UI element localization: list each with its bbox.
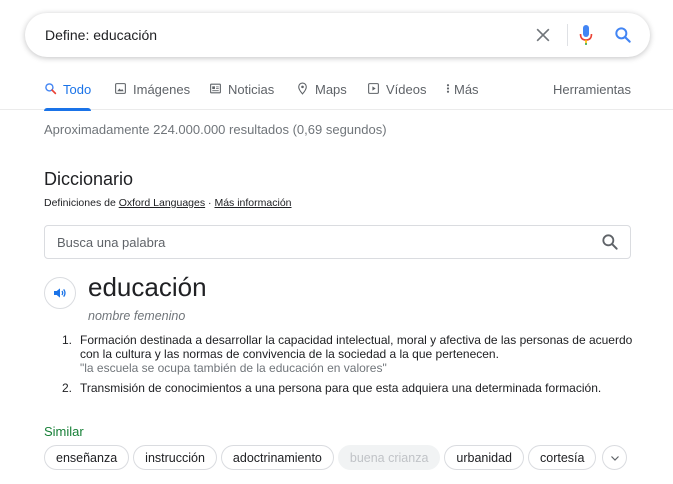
microphone-icon[interactable] — [578, 24, 594, 46]
tab-label: Imágenes — [133, 82, 191, 97]
similar-chip[interactable]: cortesía — [528, 445, 597, 470]
definition-text: Formación destinada a desarrollar la cap… — [80, 333, 633, 361]
definition-item: 2. Transmisión de conocimientos a una pe… — [62, 381, 642, 395]
chevron-down-icon — [611, 455, 619, 461]
search-icon — [45, 83, 57, 95]
tab-todo[interactable]: Todo — [44, 70, 92, 111]
similar-chip[interactable]: instrucción — [133, 445, 217, 470]
tab-mas[interactable]: Más — [444, 70, 479, 110]
tab-label: Noticias — [228, 82, 275, 97]
search-box[interactable]: Define: educación — [25, 13, 650, 57]
definition-text: Transmisión de conocimientos a una perso… — [80, 381, 602, 395]
similar-chip[interactable]: enseñanza — [44, 445, 130, 470]
map-pin-icon — [298, 82, 307, 95]
similar-chip[interactable]: adoctrinamiento — [220, 445, 334, 470]
expand-similar-button[interactable] — [602, 445, 628, 470]
similar-chip: buena crianza — [337, 445, 441, 470]
similar-label: Similar — [44, 424, 84, 439]
dictionary-title: Diccionario — [44, 169, 134, 189]
tools-button[interactable]: Herramientas — [553, 70, 631, 110]
tab-maps[interactable]: Maps — [296, 70, 347, 110]
part-of-speech: nombre femenino — [88, 309, 186, 323]
search-divider — [567, 24, 568, 46]
oxford-languages-link[interactable]: Oxford Languages — [119, 197, 205, 209]
tab-imagenes[interactable]: Imágenes — [114, 70, 190, 110]
search-tabs: Todo Imágenes Noticias Maps Vídeos Más H… — [0, 70, 673, 111]
similar-chips: enseñanza instrucción adoctrinamiento bu… — [44, 445, 628, 470]
tools-label: Herramientas — [553, 82, 632, 97]
speaker-icon — [54, 288, 66, 298]
definition-example: "la escuela se ocupa también de la educa… — [80, 361, 387, 375]
pronunciation-button[interactable] — [44, 277, 76, 309]
search-icon[interactable] — [613, 25, 633, 45]
news-icon — [210, 83, 221, 94]
tab-noticias[interactable]: Noticias — [209, 70, 274, 110]
tab-label: Todo — [63, 82, 92, 97]
headword: educación — [88, 272, 207, 302]
similar-chip[interactable]: urbanidad — [444, 445, 525, 470]
results-count: Aproximadamente 224.000.000 resultados (… — [44, 122, 387, 137]
source-prefix: Definiciones de — [44, 197, 119, 209]
word-search-input[interactable] — [57, 234, 600, 250]
tab-videos[interactable]: Vídeos — [367, 70, 426, 110]
tab-label: Más — [454, 82, 479, 97]
image-icon — [115, 83, 126, 94]
tab-label: Maps — [315, 82, 347, 97]
dictionary-source: Definiciones de Oxford Languages · Más i… — [44, 197, 292, 209]
word-search-box[interactable] — [44, 225, 631, 259]
definition-number: 2. — [62, 381, 73, 395]
search-icon[interactable] — [600, 232, 620, 252]
definition-number: 1. — [62, 333, 73, 347]
more-info-link[interactable]: Más información — [214, 197, 291, 209]
clear-icon[interactable] — [533, 25, 553, 45]
definitions-list: 1. Formación destinada a desarrollar la … — [62, 333, 642, 401]
tab-label: Vídeos — [386, 82, 427, 97]
more-vert-icon — [446, 84, 450, 93]
play-icon — [368, 83, 379, 94]
definition-item: 1. Formación destinada a desarrollar la … — [62, 333, 642, 375]
search-input[interactable]: Define: educación — [45, 27, 650, 43]
